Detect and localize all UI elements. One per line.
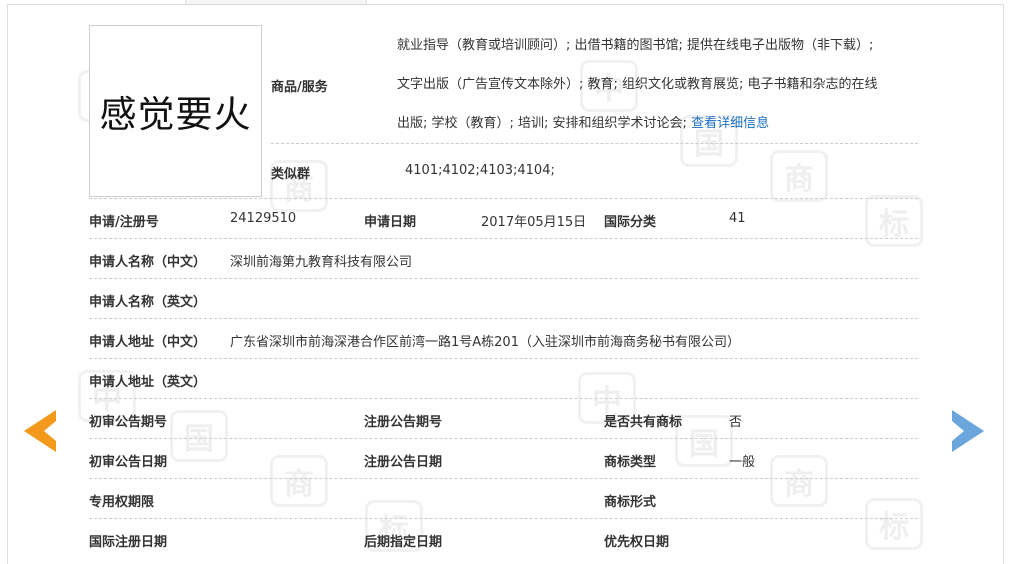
intl-reg-date-label: 国际注册日期 bbox=[89, 535, 168, 550]
watermark-stamp: 国 bbox=[675, 415, 733, 467]
panel-border-right bbox=[1003, 4, 1004, 564]
row-divider bbox=[89, 438, 918, 439]
panel-border-left bbox=[7, 4, 8, 564]
apply-date-value: 2017年05月15日 bbox=[481, 215, 587, 230]
row-divider bbox=[89, 238, 918, 239]
later-designation-label: 后期指定日期 bbox=[364, 535, 443, 550]
mark-type-value: 一般 bbox=[729, 455, 756, 470]
panel-border-top bbox=[7, 4, 1004, 5]
applicant-cn-value: 深圳前海第九教育科技有限公司 bbox=[230, 255, 413, 270]
goods-line: 就业指导（教育或培训顾问）; 出借书籍的图书馆; 提供在线电子出版物（非下载）; bbox=[397, 38, 874, 53]
prelim-pub-no-label: 初审公告期号 bbox=[89, 415, 168, 430]
goods-services-list: 就业指导（教育或培训顾问）; 出借书籍的图书馆; 提供在线电子出版物（非下载）;… bbox=[397, 26, 912, 143]
reg-no-value: 24129510 bbox=[230, 211, 297, 226]
prev-record-button[interactable] bbox=[22, 406, 58, 456]
exclusive-period-label: 专用权期限 bbox=[89, 495, 155, 510]
watermark-stamp: 商 bbox=[770, 150, 828, 202]
row-divider bbox=[89, 278, 918, 279]
row-divider bbox=[89, 198, 918, 199]
goods-line-text: 出版; 学校（教育）; 培训; 安排和组织学术讨论会; bbox=[397, 116, 692, 131]
applicant-cn-label: 申请人名称（中文） bbox=[89, 255, 207, 270]
mark-form-label: 商标形式 bbox=[604, 495, 657, 510]
arrow-left-icon-notch bbox=[44, 421, 56, 441]
row-divider bbox=[89, 478, 918, 479]
row-divider bbox=[89, 398, 918, 399]
watermark-stamp: 标 bbox=[865, 195, 923, 247]
trademark-mark-text: 感觉要火 bbox=[99, 93, 252, 136]
watermark-stamp: 商 bbox=[270, 455, 328, 507]
prelim-pub-date-label: 初审公告日期 bbox=[89, 455, 168, 470]
priority-date-label: 优先权日期 bbox=[604, 535, 670, 550]
shared-mark-value: 否 bbox=[729, 415, 743, 430]
similar-group-label: 类似群 bbox=[271, 167, 311, 182]
row-divider bbox=[89, 318, 918, 319]
trademark-image[interactable]: 感觉要火 bbox=[89, 25, 262, 197]
watermark-stamp: 标 bbox=[865, 498, 923, 550]
watermark-stamp: 国 bbox=[170, 410, 228, 462]
mark-type-label: 商标类型 bbox=[604, 455, 657, 470]
arrow-right-icon-notch bbox=[952, 421, 964, 441]
address-cn-label: 申请人地址（中文） bbox=[89, 335, 207, 350]
similar-group-value: 4101;4102;4103;4104; bbox=[405, 163, 555, 178]
next-record-button[interactable] bbox=[950, 406, 986, 456]
row-divider bbox=[89, 358, 918, 359]
applicant-en-label: 申请人名称（英文） bbox=[89, 295, 207, 310]
apply-date-label: 申请日期 bbox=[364, 215, 417, 230]
reg-no-label: 申请/注册号 bbox=[89, 215, 159, 230]
goods-label: 商品/服务 bbox=[271, 80, 328, 95]
view-details-link[interactable]: 查看详细信息 bbox=[691, 116, 769, 131]
watermark-stamp: 商 bbox=[770, 455, 828, 507]
intl-class-label: 国际分类 bbox=[604, 215, 657, 230]
reg-pub-no-label: 注册公告期号 bbox=[364, 415, 443, 430]
shared-mark-label: 是否共有商标 bbox=[604, 415, 683, 430]
address-en-label: 申请人地址（英文） bbox=[89, 375, 207, 390]
goods-line: 出版; 学校（教育）; 培训; 安排和组织学术讨论会; 查看详细信息 bbox=[397, 104, 912, 143]
reg-pub-date-label: 注册公告日期 bbox=[364, 455, 443, 470]
address-cn-value: 广东省深圳市前海深港合作区前湾一路1号A栋201（入驻深圳市前海商务秘书有限公司… bbox=[230, 335, 740, 350]
goods-line: 文字出版（广告宣传文本除外）; 教育; 组织文化或教育展览; 电子书籍和杂志的在… bbox=[397, 77, 878, 92]
row-divider bbox=[89, 518, 918, 519]
row-divider bbox=[271, 143, 918, 144]
intl-class-value: 41 bbox=[729, 211, 746, 226]
